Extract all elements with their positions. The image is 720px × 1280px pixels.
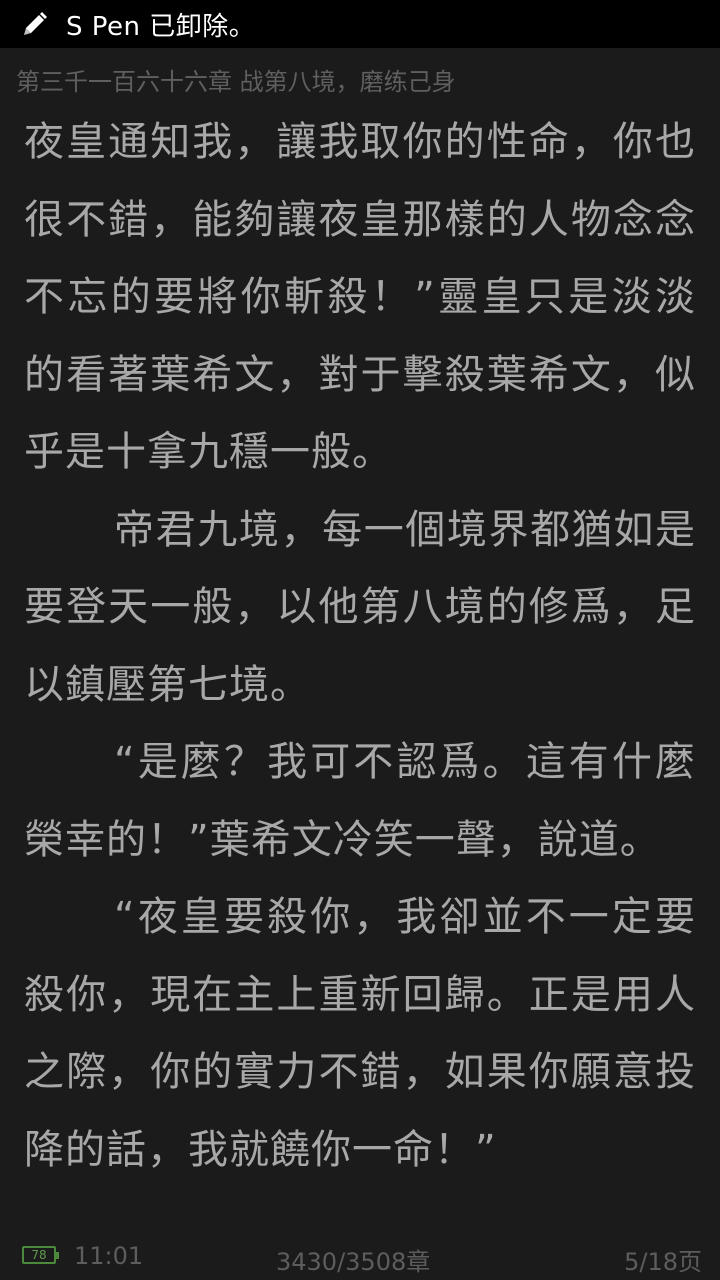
reader-status-bar: 78 11:01 3430/3508章 5/18页 <box>0 1232 720 1280</box>
notification-bar[interactable]: S Pen 已卸除。 <box>0 0 720 48</box>
status-time: 11:01 <box>74 1242 144 1270</box>
paragraph: “夜皇要殺你，我卻並不一定要殺你，現在主上重新回歸。正是用人之際，你的實力不錯，… <box>24 894 696 1173</box>
page-indicator: 5/18页 <box>624 1248 702 1276</box>
chapter-progress: 3430/3508章 <box>276 1248 431 1276</box>
chapter-title: 第三千一百六十六章 战第八境，磨练己身 <box>16 68 456 96</box>
paragraph: 夜皇通知我，讓我取你的性命，你也很不錯，能夠讓夜皇那樣的人物念念不忘的要將你斬殺… <box>24 119 696 475</box>
battery-level: 78 <box>31 1248 47 1262</box>
battery-icon: 78 <box>22 1246 59 1264</box>
paragraph: “是麼？我可不認爲。這有什麼榮幸的！”葉希文冷笑一聲，說道。 <box>24 739 696 863</box>
reader-page[interactable]: 第三千一百六十六章 战第八境，磨练己身 夜皇通知我，讓我取你的性命，你也很不錯，… <box>0 48 720 1280</box>
reader-content[interactable]: 夜皇通知我，讓我取你的性命，你也很不錯，能夠讓夜皇那樣的人物念念不忘的要將你斬殺… <box>24 104 696 1189</box>
notification-text: S Pen 已卸除。 <box>66 11 256 42</box>
paragraph: 帝君九境，每一個境界都猶如是要登天一般，以他第八境的修爲，足以鎮壓第七境。 <box>24 506 696 708</box>
pen-icon <box>20 9 50 39</box>
